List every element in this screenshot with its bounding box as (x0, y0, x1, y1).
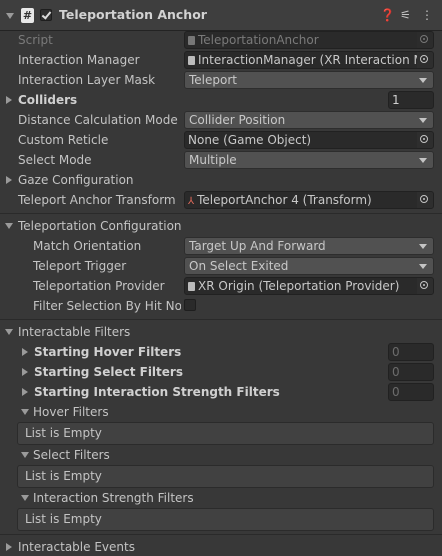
select-filters-foldout-icon[interactable] (21, 452, 29, 458)
teleport-anchor-transform-field[interactable]: ⅄ TeleportAnchor 4 (Transform) (184, 191, 434, 209)
component-enabled-checkbox[interactable] (40, 9, 52, 21)
object-picker-icon[interactable] (417, 52, 433, 68)
collapse-arrow-icon[interactable] (6, 13, 14, 19)
strength-filters-foldout-icon[interactable] (21, 495, 29, 501)
custom-reticle-field[interactable]: None (Game Object) (184, 131, 434, 149)
hover-filters-foldout-icon[interactable] (21, 409, 29, 415)
filter-selection-label: Filter Selection By Hit Norm (33, 299, 181, 313)
starting-select-count-field[interactable]: 0 (388, 363, 434, 381)
teleportation-provider-field[interactable]: XR Origin (Teleportation Provider) (184, 277, 434, 295)
starting-hover-foldout-icon[interactable] (22, 348, 28, 356)
custom-reticle-value: None (Game Object) (188, 133, 312, 147)
help-icon[interactable]: ❓ (380, 8, 395, 22)
interaction-layer-mask-dropdown[interactable]: Teleport (184, 71, 434, 89)
starting-strength-count-field[interactable]: 0 (388, 383, 434, 401)
gaze-config-foldout-icon[interactable] (6, 176, 12, 184)
starting-hover-count-field[interactable]: 0 (388, 343, 434, 361)
colliders-foldout-icon[interactable] (6, 96, 12, 104)
separator (0, 319, 442, 320)
file-icon (188, 36, 195, 45)
interaction-strength-filters-list: List is Empty (17, 508, 434, 531)
separator (0, 534, 442, 535)
distance-calculation-dropdown[interactable]: Collider Position (184, 111, 434, 129)
starting-hover-filters-label[interactable]: Starting Hover Filters (34, 343, 181, 361)
filter-selection-checkbox[interactable] (184, 299, 196, 311)
distance-calculation-label: Distance Calculation Mode (18, 113, 178, 127)
starting-select-foldout-icon[interactable] (22, 368, 28, 376)
select-mode-dropdown[interactable]: Multiple (184, 151, 434, 169)
match-orientation-label: Match Orientation (33, 239, 142, 253)
interactable-events-label[interactable]: Interactable Events (18, 538, 135, 556)
teleportation-provider-label: Teleportation Provider (33, 279, 165, 293)
file-icon (188, 282, 195, 291)
starting-strength-filters-label[interactable]: Starting Interaction Strength Filters (34, 383, 280, 401)
interaction-strength-filters-label[interactable]: Interaction Strength Filters (33, 489, 194, 507)
teleportation-config-foldout-icon[interactable] (5, 223, 13, 229)
script-value: TeleportationAnchor (198, 33, 319, 47)
starting-select-filters-label[interactable]: Starting Select Filters (34, 363, 183, 381)
starting-strength-foldout-icon[interactable] (22, 388, 28, 396)
object-picker-icon[interactable] (417, 278, 433, 294)
interaction-manager-label: Interaction Manager (18, 53, 140, 67)
script-label: Script (18, 33, 53, 47)
transform-icon: ⅄ (188, 196, 195, 207)
interaction-layer-mask-label: Interaction Layer Mask (18, 73, 156, 87)
custom-reticle-label: Custom Reticle (18, 133, 109, 147)
teleport-trigger-dropdown[interactable]: On Select Exited (184, 257, 434, 275)
interactable-filters-foldout-icon[interactable] (5, 329, 13, 335)
more-options-icon[interactable]: ⋮ (421, 8, 433, 22)
object-picker-icon[interactable] (417, 132, 433, 148)
script-icon: # (21, 8, 34, 23)
teleport-anchor-transform-value: TeleportAnchor 4 (Transform) (197, 193, 372, 207)
teleportation-configuration-label[interactable]: Teleportation Configuration (18, 217, 182, 235)
colliders-count-field[interactable]: 1 (388, 91, 434, 109)
component-header[interactable]: # Teleportation Anchor ❓ ⚟ ⋮ (0, 0, 442, 31)
teleport-trigger-label: Teleport Trigger (33, 259, 127, 273)
gaze-configuration-label[interactable]: Gaze Configuration (18, 171, 134, 189)
script-field: TeleportationAnchor (184, 31, 434, 49)
teleport-anchor-transform-label: Teleport Anchor Transform (18, 193, 176, 207)
file-icon (188, 56, 195, 65)
select-filters-label[interactable]: Select Filters (33, 446, 110, 464)
interaction-manager-field[interactable]: InteractionManager (XR Interaction Ma (184, 51, 434, 69)
object-picker-icon[interactable] (417, 192, 433, 208)
select-mode-label: Select Mode (18, 153, 92, 167)
presets-icon[interactable]: ⚟ (400, 8, 411, 22)
match-orientation-dropdown[interactable]: Target Up And Forward (184, 237, 434, 255)
object-picker-icon (417, 32, 433, 48)
hover-filters-label[interactable]: Hover Filters (33, 403, 109, 421)
teleportation-provider-value: XR Origin (Teleportation Provider) (198, 279, 400, 293)
separator (0, 213, 442, 214)
colliders-label[interactable]: Colliders (18, 91, 77, 109)
select-filters-list: List is Empty (17, 465, 434, 488)
interaction-manager-value: InteractionManager (XR Interaction Ma (198, 53, 432, 67)
interactable-events-foldout-icon[interactable] (6, 543, 12, 551)
interactable-filters-label[interactable]: Interactable Filters (18, 323, 130, 341)
hover-filters-list: List is Empty (17, 422, 434, 445)
component-title: Teleportation Anchor (59, 7, 207, 22)
